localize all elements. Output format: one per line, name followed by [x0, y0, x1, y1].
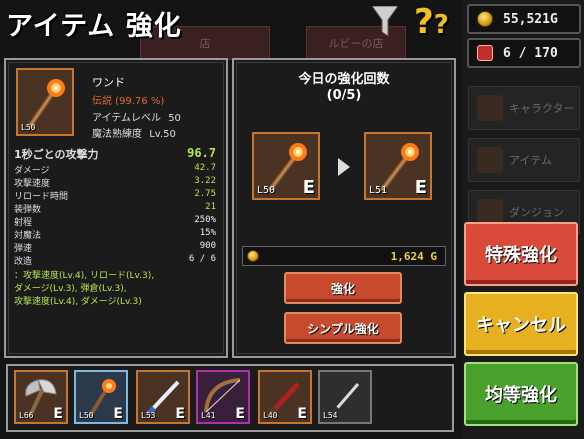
enhance-cost-value: 1,624 G: [390, 249, 437, 263]
gold-counter: 55,521G: [467, 4, 581, 34]
item-level-value: 50: [168, 113, 181, 124]
filter-icon[interactable]: [372, 6, 398, 38]
enhance-from-level: L50: [257, 185, 276, 196]
bg-menu-item: アイテム: [468, 138, 580, 182]
slot-level: L41: [201, 411, 216, 420]
inventory-slot[interactable]: L41 E: [196, 370, 250, 424]
slot-level: L50: [79, 411, 94, 420]
enhance-to-level: L51: [369, 185, 388, 196]
item-level-label: アイテムレベル: [92, 113, 161, 124]
gold-value: 55,521G: [503, 11, 558, 27]
equal-enhance-button[interactable]: 均等強化: [464, 362, 578, 426]
mod-line-3: 攻撃速度(Lv.4), ダメージ(Lv.3): [14, 297, 142, 307]
page-title: アイテム 強化: [6, 11, 182, 42]
slot-level: L40: [263, 411, 278, 420]
mod-line-1: ：攻撃速度(Lv.4), リロード(Lv.3),: [14, 271, 155, 281]
mastery-value: Lv.50: [149, 129, 176, 140]
enhance-title: 今日の強化回数: [298, 72, 390, 87]
gold-coin-icon: [477, 11, 493, 27]
enhance-count: (0/5): [326, 88, 362, 103]
inventory-value: 6 / 170: [503, 45, 558, 61]
inventory-bag-icon: [477, 45, 493, 61]
mod-line-2: ダメージ(Lv.3), 弾倉(Lv.3),: [14, 284, 127, 294]
inventory-slot[interactable]: L66 E: [14, 370, 68, 424]
slot-grade: E: [235, 406, 245, 422]
help-icon[interactable]: ??: [414, 2, 449, 42]
header: アイテム 強化 ??: [0, 0, 462, 46]
inventory-slot[interactable]: L50 E: [74, 370, 128, 424]
stat-row-anti-magic: 対魔法 15%: [14, 228, 216, 241]
inventory-slot[interactable]: L54: [318, 370, 372, 424]
enhance-from-item: L50 E: [252, 132, 320, 200]
slot-grade: E: [175, 406, 185, 422]
mastery-label: 魔法熟練度: [92, 129, 142, 140]
cancel-button[interactable]: キャンセル: [464, 292, 578, 356]
enhance-cost-bar: 1,624 G: [242, 246, 446, 266]
mastery-row: 魔法熟練度 Lv.50: [92, 125, 176, 140]
bg-menu-character: キャラクター: [468, 86, 580, 130]
slot-grade: E: [113, 406, 123, 422]
stat-row-damage: ダメージ 42.7: [14, 163, 216, 176]
stat-row-bullet-speed: 弾速 900: [14, 241, 216, 254]
dps-label: 1秒ごとの攻撃力: [14, 148, 99, 161]
stat-row-attack-speed: 攻撃速度 3.22: [14, 176, 216, 189]
dps-value: 96.7: [187, 146, 216, 160]
enhance-from-grade: E: [302, 177, 315, 198]
special-enhance-button[interactable]: 特殊強化: [464, 222, 578, 286]
inventory-slot[interactable]: L40 E: [258, 370, 312, 424]
item-rarity: 伝説 (99.76 %): [92, 96, 165, 107]
arrow-right-icon: [338, 158, 350, 176]
enhance-to-grade: E: [414, 177, 427, 198]
dps-row: 1秒ごとの攻撃力 96.7: [14, 146, 216, 162]
enhance-to-item: L51 E: [364, 132, 432, 200]
slot-level: L66: [19, 411, 34, 420]
enhance-button[interactable]: 強化: [284, 272, 402, 304]
slot-level: L54: [323, 411, 338, 420]
slot-level: L53: [141, 411, 156, 420]
item-level-row: アイテムレベル 50: [92, 109, 181, 124]
inventory-counter: 6 / 170: [467, 38, 581, 68]
selected-item-level: L50: [21, 123, 36, 132]
simple-enhance-button[interactable]: シンプル強化: [284, 312, 402, 344]
item-name: ワンド: [92, 76, 125, 89]
slot-grade: E: [297, 406, 307, 422]
slot-grade: E: [53, 406, 63, 422]
stat-row-reload: リロード時間 2.75: [14, 189, 216, 202]
gold-coin-icon: [247, 250, 259, 262]
inventory-slot[interactable]: L53 E: [136, 370, 190, 424]
selected-item-icon: L50: [16, 68, 74, 136]
stat-row-ammo: 装弾数 21: [14, 202, 216, 215]
stat-row-range: 射程 250%: [14, 215, 216, 228]
stat-row-mods: 改造 6 / 6: [14, 254, 216, 267]
